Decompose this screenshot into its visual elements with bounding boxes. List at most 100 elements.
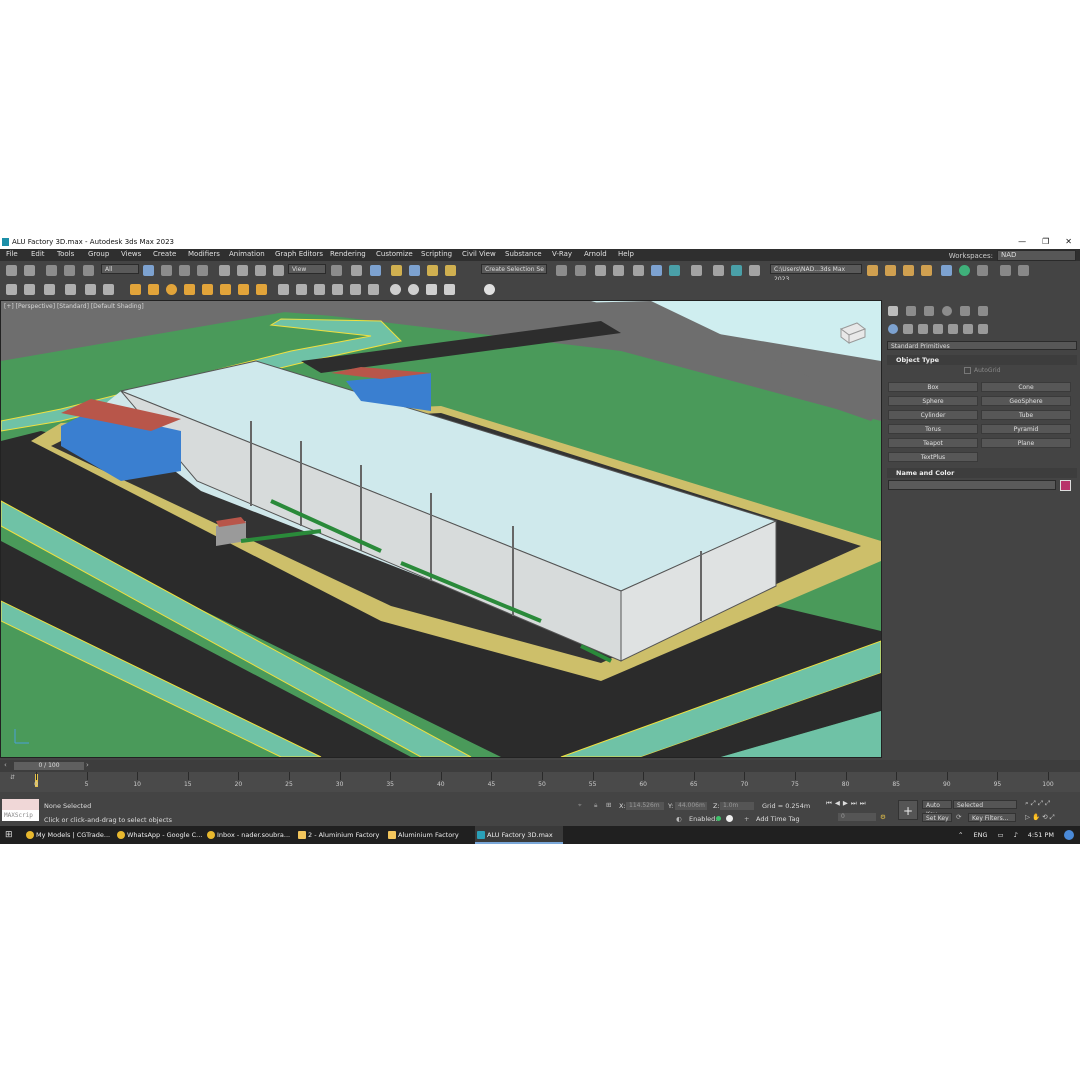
arnold-tool-icon[interactable] [1000,265,1011,276]
material-editor-icon[interactable] [691,265,702,276]
keyboard-shortcut-icon[interactable] [370,265,381,276]
shader-icon[interactable] [426,284,437,295]
open-folder-icon[interactable] [903,265,914,276]
network-icon[interactable]: ▭ [997,826,1003,844]
time-forward-icon[interactable]: › [86,761,89,769]
arnold-photometric-icon[interactable] [184,284,195,295]
display-tab-icon[interactable] [960,306,970,316]
cylinder-button[interactable]: Cylinder [888,410,978,420]
menu-scripting[interactable]: Scripting [421,250,452,258]
menu-animation[interactable]: Animation [229,250,265,258]
vray-proxy-icon[interactable] [85,284,96,295]
arnold-sun-icon[interactable] [238,284,249,295]
tube-button[interactable]: Tube [981,410,1071,420]
check-icon[interactable] [959,265,970,276]
tray-overflow-icon[interactable]: ⌃ [958,826,963,844]
viewport-label[interactable]: [+] [Perspective] [Standard] [Default Sh… [4,303,144,310]
geosphere-button[interactable]: GeoSphere [981,396,1071,406]
arnold-spot-icon[interactable] [202,284,213,295]
add-time-tag-icon[interactable]: + [744,815,749,823]
menu-modifiers[interactable]: Modifiers [188,250,220,258]
selection-region-icon[interactable] [179,265,190,276]
scatter-icon[interactable] [368,284,379,295]
plane-button[interactable]: Plane [981,438,1071,448]
taskbar-item-aluminium-factory-2[interactable]: 2 - Aluminium Factory [296,826,384,844]
arnold-mesh-light-icon[interactable] [220,284,231,295]
project-icon[interactable] [867,265,878,276]
project-folder-select[interactable]: C:\Users\NAD...3ds Max 2023 [770,264,862,283]
procedural-icon[interactable] [314,284,325,295]
fur-icon[interactable] [350,284,361,295]
space-warps-icon[interactable] [963,324,973,334]
material-sphere-icon[interactable] [390,284,401,295]
scene-explorer-icon[interactable] [595,265,606,276]
scale-icon[interactable] [255,265,266,276]
arnold-sphere-icon[interactable] [166,284,177,295]
notification-icon[interactable] [1064,830,1074,840]
z-coordinate-field[interactable]: 1.0m [720,802,754,810]
isolate-icon[interactable]: ⌖ [578,801,582,810]
vray-sun-icon[interactable] [65,284,76,295]
viewport-orbit-controls[interactable]: ▷✋⟲⤢ [1025,813,1057,822]
taskbar-item-whatsapp[interactable]: WhatsApp - Google C... [115,826,203,844]
adaptive-degradation-icon[interactable]: ◐ [676,815,682,823]
ribbon-icon[interactable] [633,265,644,276]
rotate-icon[interactable] [237,265,248,276]
sphere-button[interactable]: Sphere [888,396,978,406]
arnold-dome-icon[interactable] [148,284,159,295]
angle-snap-icon[interactable] [409,265,420,276]
y-coordinate-field[interactable]: 44.006m [675,802,707,810]
taskbar-item-3dsmax[interactable]: ALU Factory 3D.max -... [475,826,563,844]
taskbar-item-cgtrader[interactable]: My Models | CGTrade... [24,826,112,844]
auto-key-button[interactable]: Auto Key [922,800,952,818]
key-mode-select[interactable]: Selected [953,800,1017,809]
current-frame-field[interactable]: 0 [838,813,876,821]
key-filters-button[interactable]: Key Filters... [968,813,1016,822]
menu-file[interactable]: File [6,250,18,258]
motion-tab-icon[interactable] [942,306,952,316]
clock[interactable]: 4:51 PM [1028,826,1054,844]
modify-tab-icon[interactable] [906,306,916,316]
minimize-button[interactable]: — [1018,237,1026,246]
curve-editor-icon[interactable] [651,265,662,276]
close-button[interactable]: ✕ [1065,237,1072,246]
shapes-icon[interactable] [903,324,913,334]
menu-substance[interactable]: Substance [505,250,542,258]
render-setup-icon[interactable] [713,265,724,276]
arnold-render-icon[interactable] [1018,265,1029,276]
place-icon[interactable] [273,265,284,276]
move-icon[interactable] [219,265,230,276]
volume-icon[interactable] [296,284,307,295]
mirror-icon[interactable] [556,265,567,276]
track-bar[interactable]: ⇵ 0 5 10 15 20 25 30 35 40 45 50 55 60 65 70 75 80 85 90 95… [0,772,1080,792]
time-config-icon[interactable]: ⚙︎ [880,813,886,821]
x-coordinate-field[interactable]: 114.526m [626,802,664,810]
cone-button[interactable]: Cone [981,382,1071,392]
time-tag-icon[interactable] [726,815,733,822]
name-and-color-rollout[interactable]: Name and Color [887,468,1077,478]
key-mode-icon[interactable]: ⟳ [956,813,961,821]
textplus-button[interactable]: TextPlus [888,452,978,462]
helpers-icon[interactable] [948,324,958,334]
vray-material-icon[interactable] [24,284,35,295]
vray-fur-icon[interactable] [103,284,114,295]
layer-explorer-icon[interactable] [613,265,624,276]
maxscript-listener[interactable]: MAXScrip [2,799,39,821]
maximize-button[interactable]: ❐ [1042,237,1049,246]
geometry-icon[interactable] [888,324,898,334]
object-color-swatch[interactable] [1060,480,1071,491]
torus-button[interactable]: Torus [888,424,978,434]
workspaces-select[interactable]: NAD [997,250,1076,261]
schematic-view-icon[interactable] [669,265,680,276]
vantage-icon[interactable] [484,284,495,295]
menu-edit[interactable]: Edit [31,250,45,258]
reference-coordinate-select[interactable]: View [288,264,326,274]
object-type-rollout[interactable]: Object Type [887,355,1077,365]
arnold-settings-icon[interactable] [444,284,455,295]
taskbar-item-aluminium-factory[interactable]: Aluminium Factory [386,826,472,844]
window-crossing-icon[interactable] [197,265,208,276]
select-by-name-icon[interactable] [161,265,172,276]
pivot-center-icon[interactable] [331,265,342,276]
menu-rendering[interactable]: Rendering [330,250,366,258]
undo-icon[interactable] [6,265,17,276]
